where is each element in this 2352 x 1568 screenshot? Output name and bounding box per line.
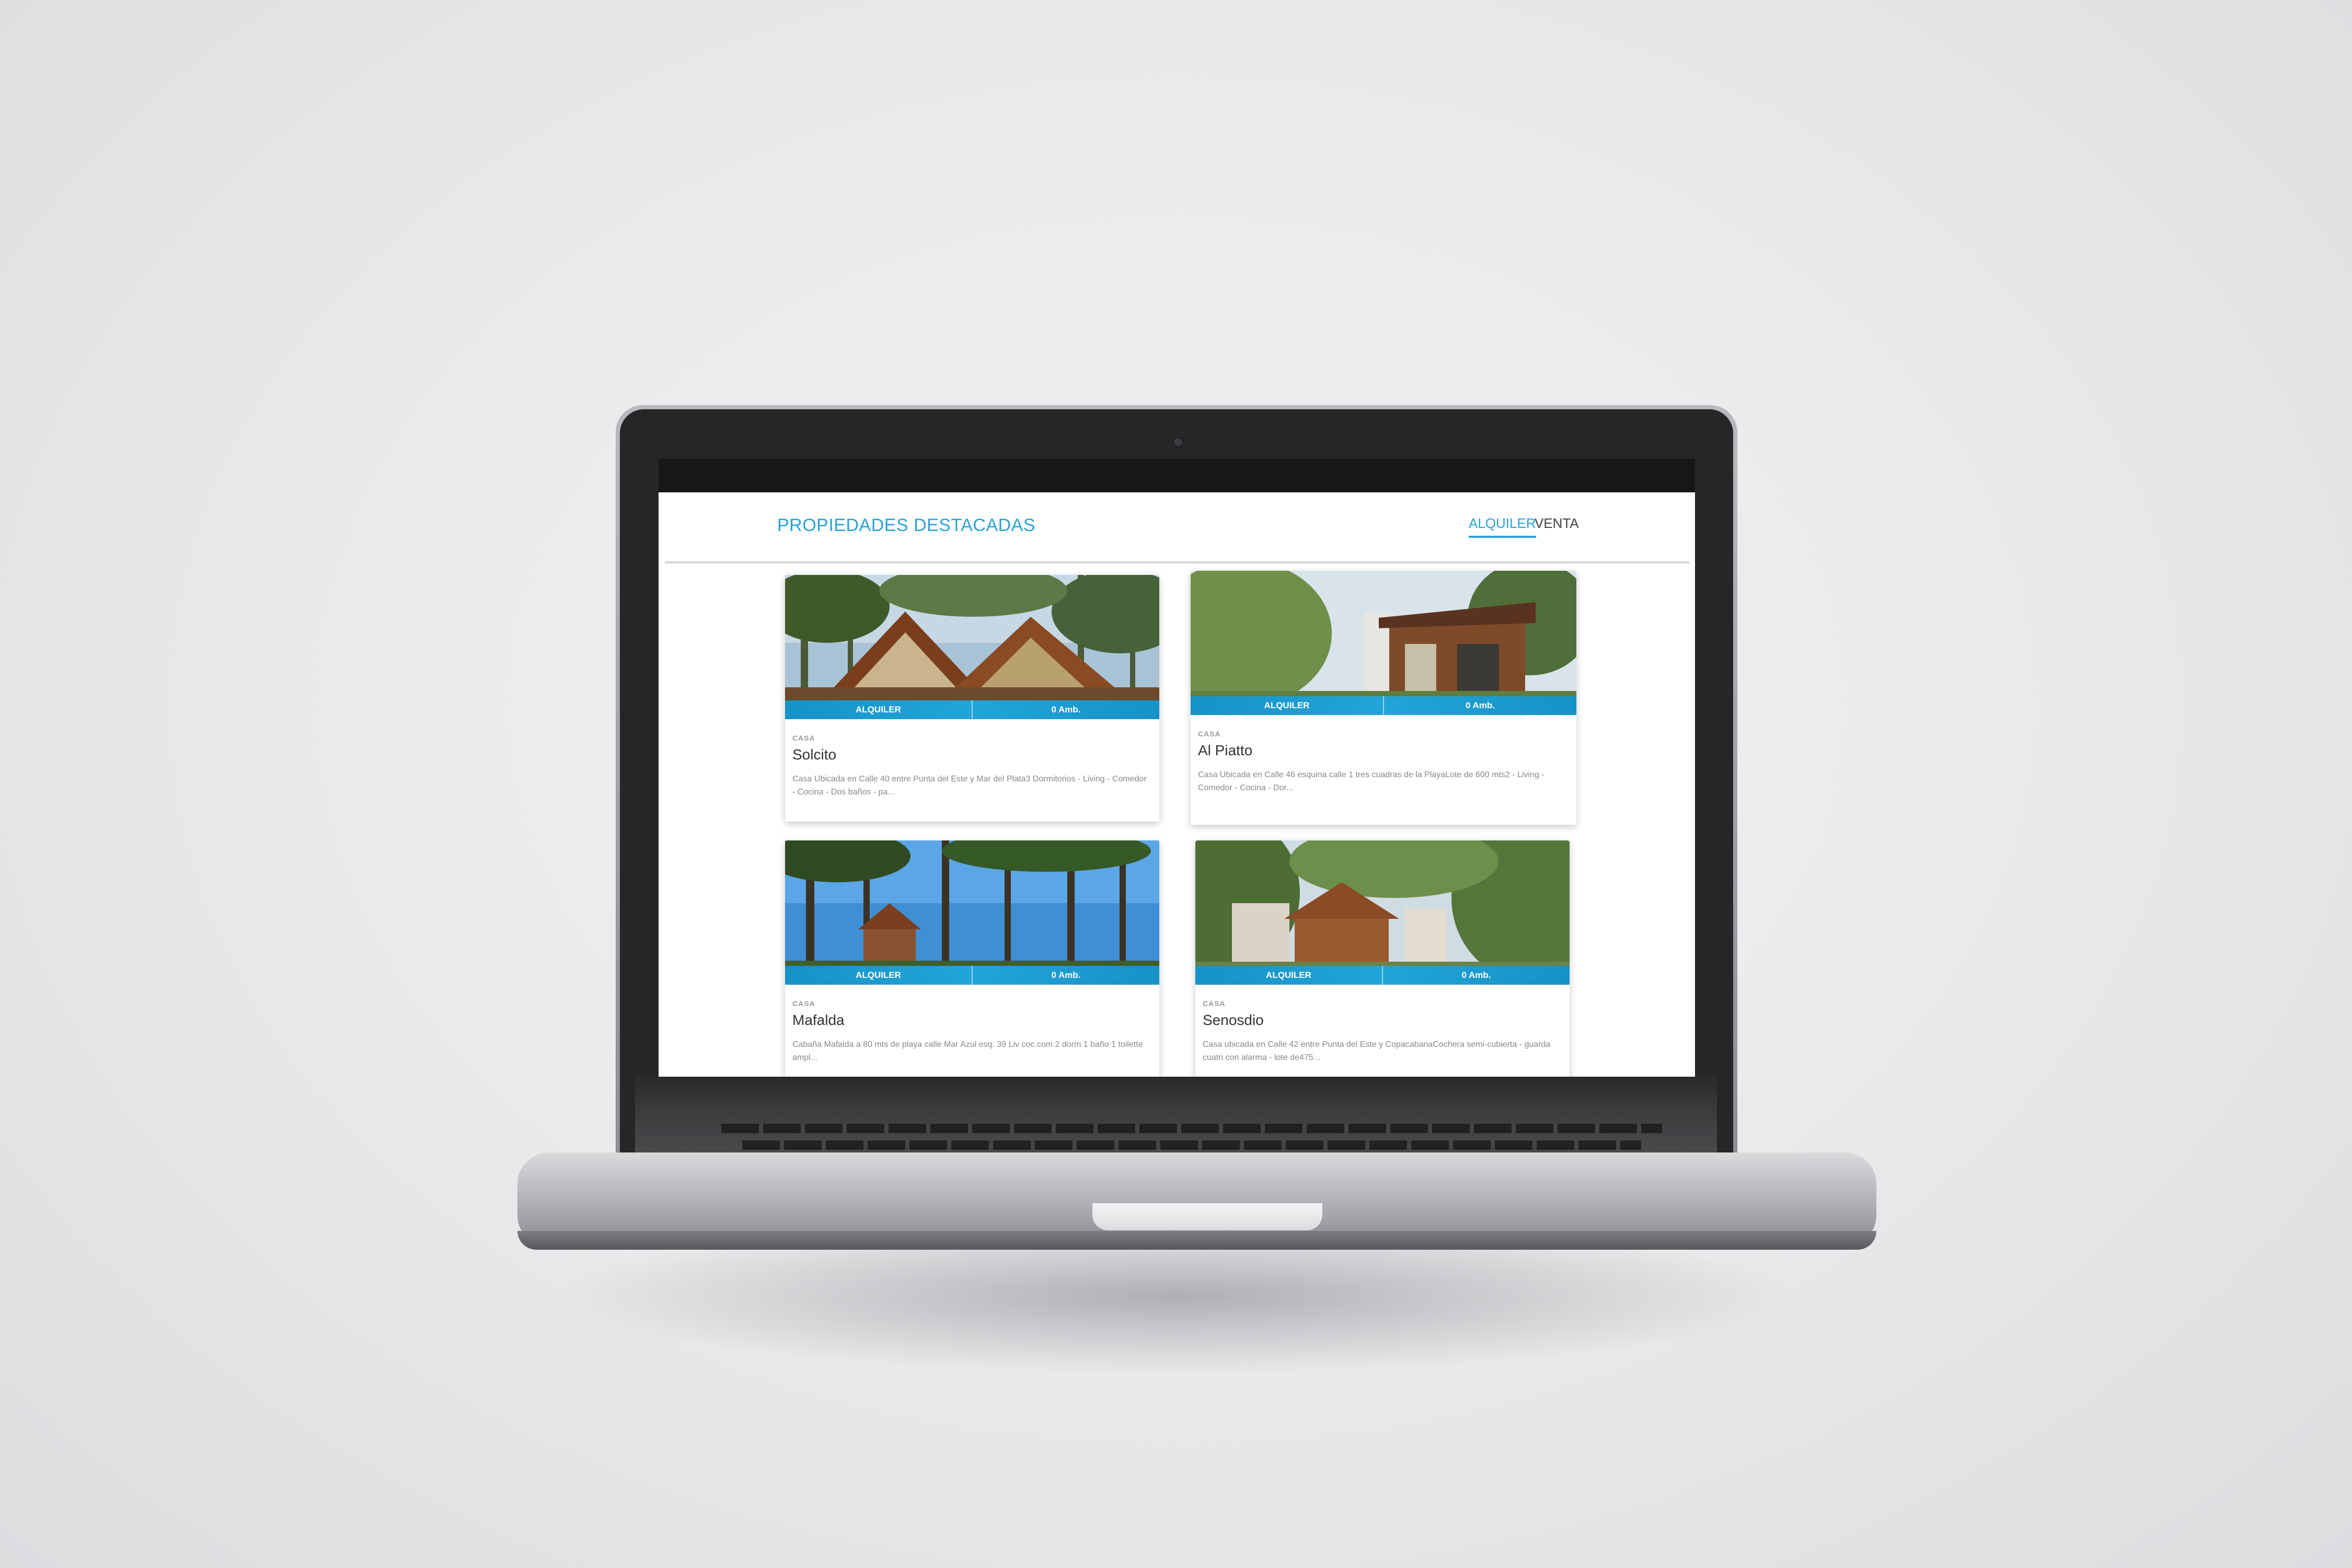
property-photo[interactable] bbox=[1191, 571, 1576, 714]
property-bar: ALQUILER 0 Amb. bbox=[785, 700, 1159, 719]
rooms-label: 0 Amb. bbox=[1465, 700, 1495, 710]
property-type: CASA bbox=[792, 999, 815, 1008]
property-type: CASA bbox=[1203, 999, 1226, 1008]
property-name[interactable]: Mafalda bbox=[792, 1012, 845, 1029]
property-name[interactable]: Solcito bbox=[792, 746, 836, 763]
rooms-label: 0 Amb. bbox=[1051, 705, 1081, 714]
tab-alquiler[interactable]: ALQUILER bbox=[1469, 515, 1536, 538]
property-photo[interactable] bbox=[785, 840, 1159, 984]
operation-label: ALQUILER bbox=[856, 970, 901, 980]
keyboard-keys bbox=[742, 1140, 1641, 1150]
tab-venta[interactable]: VENTA bbox=[1535, 515, 1579, 536]
operation-label: ALQUILER bbox=[856, 705, 901, 714]
property-card-mafalda[interactable]: ALQUILER 0 Amb. CASA Mafalda Cabaña Mafa… bbox=[785, 840, 1159, 1077]
rooms-label: 0 Amb. bbox=[1051, 970, 1081, 980]
operation-label: ALQUILER bbox=[1264, 700, 1310, 710]
camera-icon bbox=[1173, 437, 1183, 447]
rooms-label: 0 Amb. bbox=[1461, 970, 1491, 980]
header-divider bbox=[665, 561, 1689, 563]
property-type: CASA bbox=[792, 734, 815, 742]
property-name[interactable]: Senosdio bbox=[1203, 1012, 1264, 1029]
property-photo[interactable] bbox=[1195, 840, 1570, 984]
property-type: CASA bbox=[1198, 730, 1221, 738]
laptop-base-lip bbox=[517, 1231, 1876, 1250]
property-bar: ALQUILER 0 Amb. bbox=[1191, 696, 1576, 715]
property-bar: ALQUILER 0 Amb. bbox=[1195, 966, 1570, 985]
browser-top-band bbox=[659, 459, 1695, 492]
page-title: PROPIEDADES DESTACADAS bbox=[777, 515, 1036, 535]
operation-label: ALQUILER bbox=[1266, 970, 1311, 980]
property-name[interactable]: Al Piatto bbox=[1198, 742, 1252, 759]
property-bar: ALQUILER 0 Amb. bbox=[785, 966, 1159, 985]
web-page: PROPIEDADES DESTACADAS ALQUILER VENTA AL… bbox=[659, 492, 1695, 1077]
property-card-senosdio[interactable]: ALQUILER 0 Amb. CASA Senosdio Casa ubica… bbox=[1195, 840, 1570, 1077]
property-card-al-piatto[interactable]: ALQUILER 0 Amb. CASA Al Piatto Casa Ubic… bbox=[1191, 571, 1576, 825]
property-description: Casa Ubicada en Calle 46 esquina calle 1… bbox=[1198, 770, 1544, 792]
property-description: Casa Ubicada en Calle 40 entre Punta del… bbox=[792, 775, 1147, 797]
property-card-solcito[interactable]: ALQUILER 0 Amb. CASA Solcito Casa Ubicad… bbox=[785, 575, 1159, 822]
property-description: Casa ubicada en Calle 42 entre Punta del… bbox=[1203, 1040, 1551, 1062]
section-header: PROPIEDADES DESTACADAS ALQUILER VENTA bbox=[659, 492, 1695, 561]
property-photo[interactable] bbox=[785, 575, 1159, 719]
trackpad-notch bbox=[1092, 1203, 1322, 1230]
property-description: Cabaña Mafalda a 80 mts de playa calle M… bbox=[792, 1040, 1143, 1062]
keyboard-keys bbox=[721, 1124, 1662, 1133]
